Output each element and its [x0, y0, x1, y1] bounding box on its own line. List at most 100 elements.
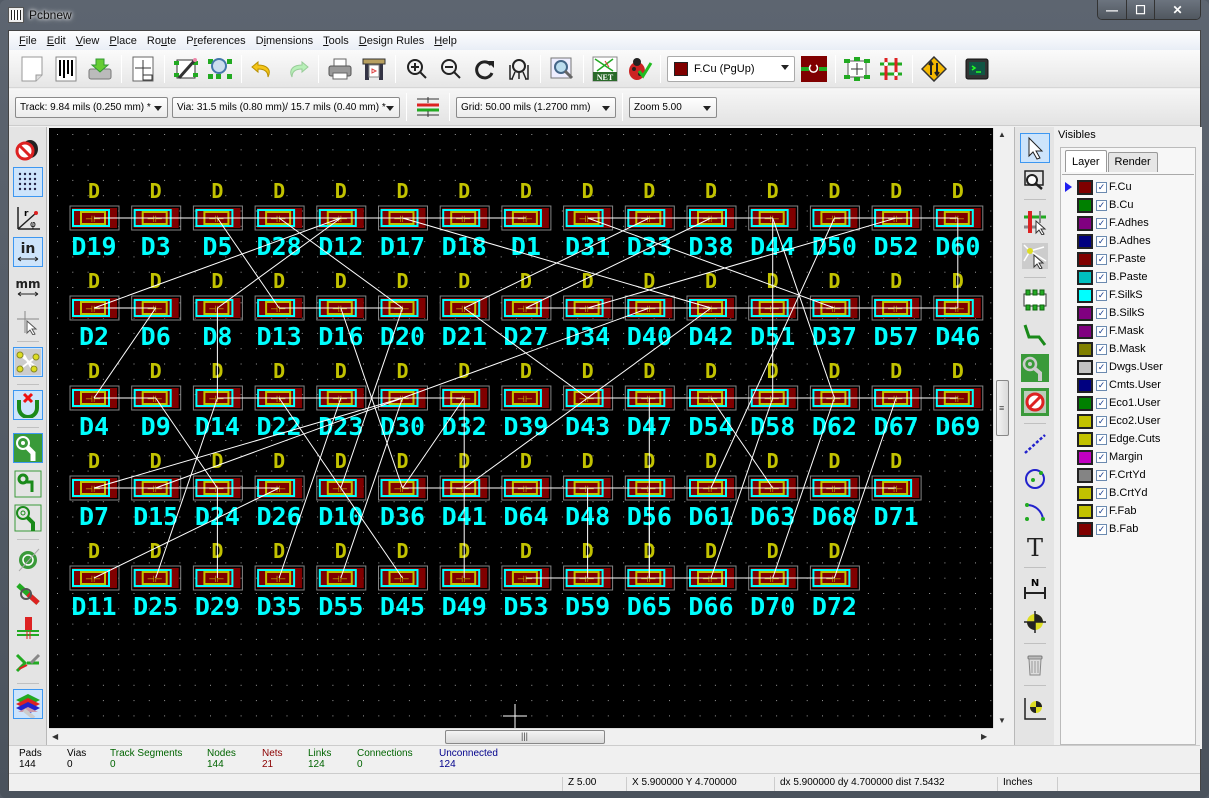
show-microwave-button[interactable] [13, 613, 43, 643]
active-layer-select[interactable]: F.Cu (PgUp) [667, 55, 795, 82]
layer-row-b-crtyd[interactable]: ✓ B.CrtYd [1062, 484, 1194, 502]
footprint-d69[interactable]: D ⊣⊢ D69 [933, 359, 984, 441]
layer-pair-button[interactable] [799, 54, 829, 84]
layer-row-b-adhes[interactable]: ✓ B.Adhes [1062, 232, 1194, 250]
microwave-button[interactable] [919, 54, 949, 84]
footprint-d40[interactable]: D⊣⊢D40 [624, 269, 675, 351]
layer-color-swatch[interactable] [1077, 449, 1093, 465]
redo-button[interactable] [282, 54, 312, 84]
layer-color-swatch[interactable] [1077, 431, 1093, 447]
layer-color-swatch[interactable] [1077, 395, 1093, 411]
local-ratsnest-button[interactable] [13, 390, 43, 420]
footprint-d45[interactable]: D⊣⊢D45 [378, 539, 428, 621]
layer-manager-button[interactable] [13, 689, 43, 719]
footprint-d5[interactable]: D ⊣⊢ D5 [192, 179, 243, 261]
layer-row-f-fab[interactable]: ✓ F.Fab [1062, 502, 1194, 520]
units-mm-button[interactable]: mm [13, 273, 43, 303]
save-board-button[interactable] [85, 54, 115, 84]
menu-view[interactable]: View [71, 35, 105, 47]
ratsnest-toggle-button[interactable] [13, 347, 43, 377]
track-sketch-button[interactable] [13, 469, 43, 499]
footprint-d42[interactable]: D⊣⊢D42 [686, 269, 737, 351]
layer-row-b-paste[interactable]: ✓ B.Paste [1062, 268, 1194, 286]
layer-color-swatch[interactable] [1077, 197, 1093, 213]
footprint-d4[interactable]: D ⊣⊢ D4 [69, 359, 120, 441]
layer-visibility-checkbox[interactable]: ✓ [1096, 289, 1107, 301]
layer-color-swatch[interactable] [1077, 359, 1093, 375]
layer-row-cmts-user[interactable]: ✓ Cmts.User [1062, 376, 1194, 394]
footprint-d62[interactable]: D⊣⊢D62 [809, 359, 860, 441]
layer-row-f-paste[interactable]: ✓ F.Paste [1062, 250, 1194, 268]
pad-fill-button[interactable] [13, 433, 43, 463]
footprint-d66[interactable]: D ⊣⊢ D66 [686, 539, 737, 621]
layer-visibility-checkbox[interactable]: ✓ [1096, 217, 1107, 229]
layer-visibility-checkbox[interactable]: ✓ [1096, 379, 1107, 391]
footprint-d26[interactable]: D ⊣⊢ D26 [254, 449, 305, 531]
layer-row-eco1-user[interactable]: ✓ Eco1.User [1062, 394, 1194, 412]
zoom-out-button[interactable] [436, 54, 466, 84]
footprint-d43[interactable]: D ⊣⊢ D43 [563, 359, 614, 441]
layer-visibility-checkbox[interactable]: ✓ [1096, 505, 1107, 517]
horizontal-scroll-thumb[interactable]: ||| [445, 730, 605, 744]
find-button[interactable] [547, 54, 577, 84]
close-button[interactable]: ✕ [1154, 0, 1200, 19]
scroll-left-icon[interactable]: ◀ [52, 732, 58, 741]
layer-row-f-mask[interactable]: ✓ F.Mask [1062, 322, 1194, 340]
scroll-down-icon[interactable]: ▼ [998, 716, 1006, 725]
add-module-button[interactable] [1020, 285, 1050, 315]
drc-off-button[interactable] [13, 133, 43, 163]
layer-visibility-checkbox[interactable]: ✓ [1096, 523, 1107, 535]
module-editor-button[interactable] [171, 54, 201, 84]
footprint-d71[interactable]: D ⊣⊢ D71 [871, 449, 922, 531]
layer-visibility-checkbox[interactable]: ✓ [1096, 271, 1107, 283]
add-circle-button[interactable] [1020, 463, 1050, 493]
via-sketch-button[interactable] [13, 503, 43, 533]
footprint-d55[interactable]: D ⊣⊢ D55 [316, 539, 367, 621]
layer-row-f-silks[interactable]: ✓ F.SilkS [1062, 286, 1194, 304]
select-tool-button[interactable] [1020, 133, 1050, 163]
plot-button[interactable] [359, 54, 389, 84]
layer-color-swatch[interactable] [1077, 179, 1093, 195]
layer-color-swatch[interactable] [1077, 377, 1093, 393]
layer-visibility-checkbox[interactable]: ✓ [1096, 325, 1107, 337]
footprint-d57[interactable]: D ⊣⊢ D57 [871, 269, 922, 351]
menu-tools[interactable]: Tools [318, 35, 354, 47]
add-text-button[interactable]: T [1020, 531, 1050, 561]
ratsnest-button[interactable] [876, 54, 906, 84]
layer-row-b-fab[interactable]: ✓ B.Fab [1062, 520, 1194, 538]
layer-visibility-checkbox[interactable]: ✓ [1096, 307, 1107, 319]
add-track-button[interactable] [1020, 319, 1050, 349]
delete-button[interactable] [1020, 649, 1050, 679]
add-keepout-button[interactable] [1020, 387, 1050, 417]
menu-place[interactable]: Place [104, 35, 142, 47]
pcb-canvas[interactable]: D ⊣⊢ D19 D ⊣⊢ D3 D ⊣⊢ D5 D ⊣⊢ D28 D ⊣⊢ D12 D ⊣⊢ D17 D ⊣⊢ D18… [49, 128, 993, 728]
highlight-net-button[interactable] [1020, 165, 1050, 195]
footprint-d27[interactable]: D ⊣⊢ D27 [501, 269, 552, 351]
layer-row-dwgs-user[interactable]: ✓ Dwgs.User [1062, 358, 1194, 376]
footprint-d63[interactable]: D⊣⊢D63 [748, 449, 799, 531]
layer-color-swatch[interactable] [1077, 305, 1093, 321]
footprint-d7[interactable]: D⊣⊢D7 [69, 449, 120, 531]
layer-color-swatch[interactable] [1077, 251, 1093, 267]
layer-color-swatch[interactable] [1077, 467, 1093, 483]
zoom-fit-button[interactable] [504, 54, 534, 84]
add-line-button[interactable] [1020, 429, 1050, 459]
drc-button[interactable] [624, 54, 654, 84]
via-size-select[interactable]: Via: 31.5 mils (0.80 mm)/ 15.7 mils (0.4… [172, 96, 400, 118]
high-contrast-button[interactable] [13, 579, 43, 609]
footprint-d6[interactable]: D⊣⊢D6 [131, 269, 182, 351]
layer-row-edge-cuts[interactable]: ✓ Edge.Cuts [1062, 430, 1194, 448]
auto-track-width-button[interactable] [413, 92, 443, 122]
footprint-d64[interactable]: D ⊣⊢ D64 [501, 449, 552, 531]
layer-row-f-crtyd[interactable]: ✓ F.CrtYd [1062, 466, 1194, 484]
layer-color-swatch[interactable] [1077, 287, 1093, 303]
footprint-d68[interactable]: D ⊣⊢ D68 [809, 449, 860, 531]
layer-color-swatch[interactable] [1077, 341, 1093, 357]
footprint-d25[interactable]: D ⊣⊢ D25 [131, 539, 182, 621]
units-inches-button[interactable]: in [13, 237, 43, 267]
netlist-button[interactable]: NET [590, 54, 620, 84]
layer-color-swatch[interactable] [1077, 485, 1093, 501]
redraw-button[interactable] [470, 54, 500, 84]
polar-coords-button[interactable]: rφ [13, 203, 43, 233]
footprint-d18[interactable]: D⊣⊢D18 [439, 179, 490, 261]
